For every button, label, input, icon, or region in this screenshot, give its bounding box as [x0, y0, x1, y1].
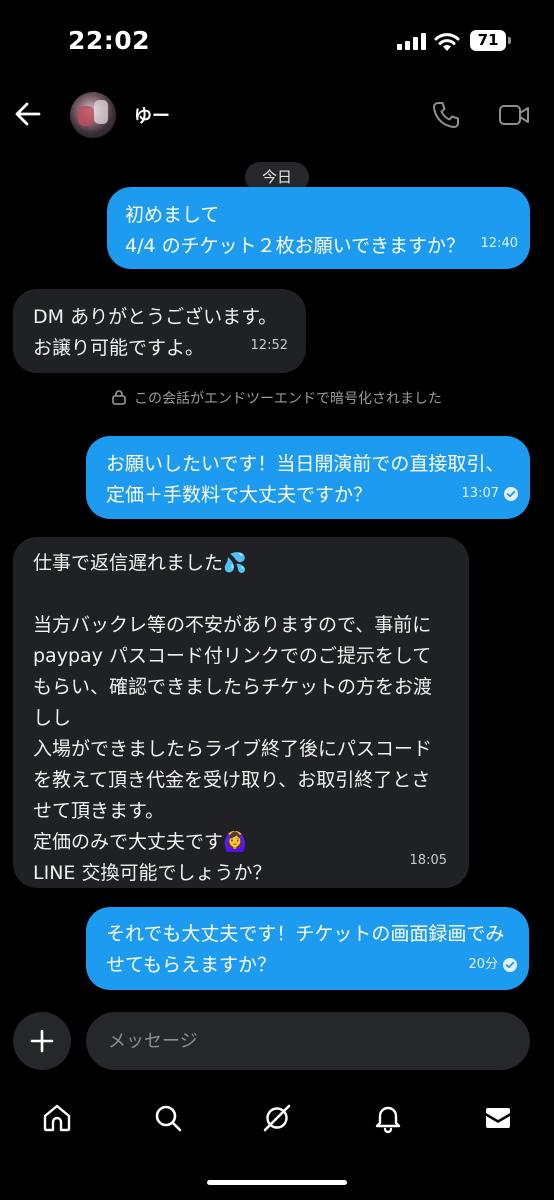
- back-arrow-icon[interactable]: [14, 100, 42, 128]
- battery-indicator: 71: [470, 30, 506, 51]
- message-meta: 18:05: [410, 845, 447, 876]
- messages-envelope-icon[interactable]: [482, 1102, 514, 1134]
- message-bubble-received[interactable]: DM ありがとうございます。 お譲り可能ですよ。 12:52: [13, 289, 306, 373]
- message-meta: 12:40: [481, 228, 518, 259]
- status-bar: 22:02 71: [0, 0, 554, 80]
- plus-icon: [30, 1029, 54, 1053]
- message-text: それでも大丈夫です！チケットの画面録画でみ せてもらえますか？: [106, 923, 505, 976]
- message-bubble-sent[interactable]: 初めまして 4/4 のチケット２枚お願いできますか？ 12:40: [107, 187, 530, 269]
- conversation-header: ゆー: [0, 80, 554, 150]
- avatar[interactable]: [70, 92, 116, 138]
- search-icon[interactable]: [152, 1102, 184, 1134]
- battery-tip: [508, 37, 511, 44]
- message-text: 仕事で返信遅れました💦 当方バックレ等の不安がありますので、事前に paypay…: [33, 552, 433, 884]
- message-text: 初めまして 4/4 のチケット２枚お願いできますか？: [125, 204, 466, 257]
- message-bubble-sent[interactable]: それでも大丈夫です！チケットの画面録画でみ せてもらえますか？ 20分: [86, 907, 529, 990]
- message-meta: 12:52: [251, 330, 288, 361]
- encryption-notice-text: この会話がエンドツーエンドで暗号化されました: [134, 391, 442, 407]
- message-timestamp: 13:07: [461, 486, 499, 501]
- lock-icon: [112, 390, 126, 405]
- wifi-icon: [434, 33, 460, 51]
- message-bubble-sent[interactable]: お願いしたいです！当日開演前での直接取引、 定価＋手数料で大丈夫ですか？ 13:…: [86, 436, 530, 519]
- read-check-icon: [503, 957, 517, 972]
- grok-icon[interactable]: [261, 1102, 293, 1134]
- phone-icon[interactable]: [431, 100, 461, 130]
- contact-name[interactable]: ゆー: [134, 102, 170, 128]
- home-indicator: [207, 1180, 347, 1185]
- signal-icon: [397, 33, 426, 50]
- message-input[interactable]: [86, 1012, 530, 1070]
- status-time: 22:02: [68, 26, 151, 55]
- add-attachment-button[interactable]: [13, 1012, 71, 1070]
- message-meta: 20分: [468, 949, 517, 980]
- message-bubble-received[interactable]: 仕事で返信遅れました💦 当方バックレ等の不安がありますので、事前に paypay…: [13, 537, 469, 888]
- encryption-notice: この会話がエンドツーエンドで暗号化されました: [0, 388, 554, 408]
- notifications-bell-icon[interactable]: [372, 1102, 404, 1134]
- home-icon[interactable]: [41, 1102, 73, 1134]
- read-check-icon: [504, 486, 518, 501]
- message-timestamp: 12:52: [250, 338, 288, 353]
- message-timestamp: 20分: [468, 957, 498, 972]
- message-meta: 13:07: [462, 478, 518, 509]
- bottom-nav: [0, 1094, 554, 1144]
- message-timestamp: 18:05: [409, 853, 447, 868]
- message-text: お願いしたいです！当日開演前での直接取引、 定価＋手数料で大丈夫ですか？: [106, 453, 505, 506]
- video-camera-icon[interactable]: [498, 102, 530, 128]
- message-timestamp: 12:40: [480, 236, 518, 251]
- message-text: DM ありがとうございます。 お譲り可能ですよ。: [33, 306, 278, 359]
